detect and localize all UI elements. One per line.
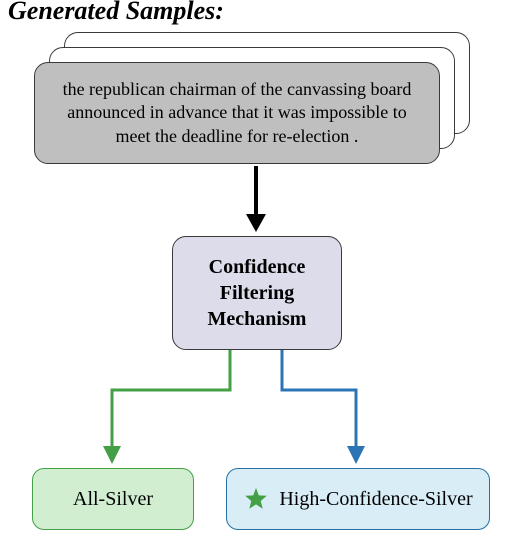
section-title-fragment: Generated Samples:: [8, 0, 224, 26]
arrow-samples-to-filter: [238, 166, 274, 234]
output-all-silver-label: All-Silver: [73, 488, 153, 511]
output-high-confidence-silver-label: High-Confidence-Silver: [279, 488, 472, 511]
star-icon: [243, 486, 269, 512]
output-high-confidence-silver: High-Confidence-Silver: [226, 468, 490, 530]
confidence-filter-box: Confidence Filtering Mechanism: [172, 236, 342, 350]
generated-samples-stack: the republican chairman of the canvassin…: [34, 32, 474, 160]
arrow-filter-to-allsilver: [100, 350, 270, 470]
sample-card-front: the republican chairman of the canvassin…: [34, 62, 440, 164]
diagram-canvas: Generated Samples: the republican chairm…: [0, 0, 508, 548]
output-all-silver: All-Silver: [32, 468, 194, 530]
sample-text: the republican chairman of the canvassin…: [49, 73, 425, 153]
arrow-filter-to-hiconf: [276, 350, 386, 470]
